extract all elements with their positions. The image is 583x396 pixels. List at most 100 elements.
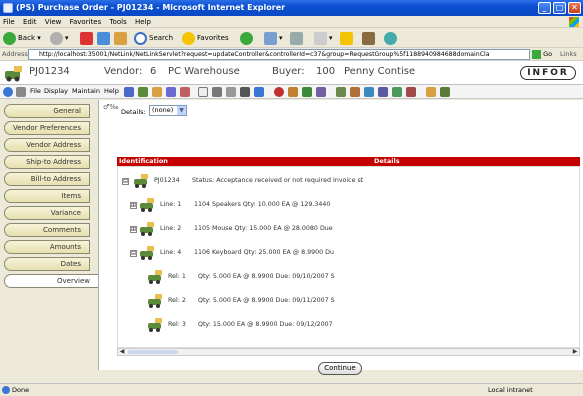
horizontal-scrollbar[interactable]: ◀ ▶: [117, 348, 580, 356]
details-select[interactable]: (none) ▼: [149, 105, 187, 116]
menu-view[interactable]: View: [42, 16, 65, 28]
settings-icon[interactable]: [440, 87, 450, 97]
tree-row-line[interactable]: ⊞ Line: 2 1105 Mouse Qty: 15.000 EA @ 28…: [118, 219, 579, 239]
tab-overview[interactable]: Overview: [4, 274, 98, 288]
print-record-icon[interactable]: [254, 87, 264, 97]
menu-help[interactable]: Help: [132, 16, 154, 28]
menu-tools[interactable]: Tools: [106, 16, 129, 28]
chevron-down-icon: ▼: [177, 106, 186, 115]
notes-icon[interactable]: [226, 87, 236, 97]
page-icon: [2, 386, 10, 394]
menu-favorites[interactable]: Favorites: [67, 16, 105, 28]
lookup-icon[interactable]: [364, 87, 374, 97]
continue-button[interactable]: Continue: [318, 362, 362, 375]
alert-icon[interactable]: [406, 87, 416, 97]
star-icon: [182, 31, 195, 45]
research-button[interactable]: [362, 31, 377, 45]
link-icon[interactable]: [336, 87, 346, 97]
scroll-thumb[interactable]: [128, 350, 178, 354]
history-button[interactable]: [240, 31, 255, 45]
expand-toggle[interactable]: ⊞: [130, 202, 137, 209]
left-nav: General Vendor Preferences Vendor Addres…: [0, 100, 98, 370]
approve-icon[interactable]: [302, 87, 312, 97]
refresh-icon: [97, 31, 110, 45]
app-menu-maintain[interactable]: Maintain: [72, 87, 100, 95]
filter-icon[interactable]: [16, 87, 26, 97]
attach-icon[interactable]: [166, 87, 176, 97]
refresh-button[interactable]: [97, 31, 112, 45]
tab-bill-to-address[interactable]: Bill-to Address: [4, 172, 90, 186]
tab-vendor-preferences[interactable]: Vendor Preferences: [4, 121, 90, 135]
app-menu-display[interactable]: Display: [44, 87, 68, 95]
tab-dates[interactable]: Dates: [4, 257, 90, 271]
report-icon[interactable]: [378, 87, 388, 97]
window-title: (PS) Purchase Order - PJ01234 - Microsof…: [16, 3, 286, 12]
app-menu-file[interactable]: File: [30, 87, 41, 95]
favorites-button[interactable]: Favorites: [182, 31, 229, 45]
search-button[interactable]: Search: [134, 31, 173, 45]
links-button[interactable]: Links: [560, 50, 577, 58]
tab-vendor-address[interactable]: Vendor Address: [4, 138, 90, 152]
tree-row-po[interactable]: ⊟ PJ01234 Status: Acceptance received or…: [118, 171, 579, 191]
app-menu-help[interactable]: Help: [104, 87, 119, 95]
row-id: Line: 1: [160, 201, 182, 208]
tree-row-release[interactable]: Rel: 3 Qty: 15.000 EA @ 8.9900 Due: 09/1…: [118, 315, 579, 335]
address-input[interactable]: http://localhost:35001/NetLink/NetLinkSe…: [28, 49, 530, 60]
print-icon: [290, 31, 303, 45]
tab-comments[interactable]: Comments: [4, 223, 90, 237]
forward-button[interactable]: ▾: [50, 31, 69, 45]
row-id: Line: 4: [160, 249, 182, 256]
tab-variance[interactable]: Variance: [4, 206, 90, 220]
delete-icon[interactable]: [274, 87, 284, 97]
edit-record-icon[interactable]: [212, 87, 222, 97]
security-zone: Local intranet: [488, 386, 533, 394]
collapse-toggle[interactable]: ⊟: [122, 178, 129, 185]
row-id: Rel: 2: [168, 297, 186, 304]
tab-amounts[interactable]: Amounts: [4, 240, 90, 254]
tree-row-line[interactable]: ⊟ Line: 4 1106 Keyboard Qty: 25.000 EA @…: [118, 243, 579, 263]
refresh-record-icon[interactable]: [3, 87, 13, 97]
scroll-left-icon[interactable]: ◀: [118, 349, 126, 355]
first-record-icon[interactable]: [124, 87, 134, 97]
tree-row-release[interactable]: Rel: 2 Qty: 5.000 EA @ 8.9900 Due: 09/11…: [118, 291, 579, 311]
menu-file[interactable]: File: [0, 16, 18, 28]
tab-general[interactable]: General: [4, 104, 90, 118]
expand-toggle[interactable]: ⊞: [130, 226, 137, 233]
row-detail: Qty: 5.000 EA @ 8.9900 Due: 09/11/2007 S: [198, 297, 335, 304]
buyer-id: 100: [316, 66, 336, 77]
row-id: Rel: 1: [168, 273, 186, 280]
messenger-button[interactable]: [384, 31, 399, 45]
close-button[interactable]: ✕: [568, 2, 581, 14]
tree-row-line[interactable]: ⊞ Line: 1 1104 Speakers Qty: 10.000 EA @…: [118, 195, 579, 215]
mail-button[interactable]: ▾: [264, 31, 283, 45]
go-button[interactable]: Go: [532, 49, 552, 60]
menu-edit[interactable]: Edit: [20, 16, 40, 28]
overview-tree-grid: ⊟ PJ01234 Status: Acceptance received or…: [117, 166, 580, 348]
mail-record-icon[interactable]: [180, 87, 190, 97]
tree-row-release[interactable]: Rel: 1 Qty: 5.000 EA @ 8.9900 Due: 09/10…: [118, 267, 579, 287]
scroll-right-icon[interactable]: ▶: [571, 349, 579, 355]
tab-items[interactable]: Items: [4, 189, 90, 203]
open-icon[interactable]: [152, 87, 162, 97]
calc-icon[interactable]: [240, 87, 250, 97]
back-button[interactable]: Back ▾: [3, 31, 41, 45]
edit-button[interactable]: ▾: [314, 31, 333, 45]
copy-icon[interactable]: [138, 87, 148, 97]
schedule-icon[interactable]: [392, 87, 402, 97]
process-icon[interactable]: [288, 87, 298, 97]
home-button[interactable]: [114, 31, 129, 45]
print-button[interactable]: [290, 31, 305, 45]
workflow-icon[interactable]: [316, 87, 326, 97]
maximize-button[interactable]: □: [553, 2, 566, 14]
minimize-button[interactable]: _: [538, 2, 551, 14]
collapse-toggle[interactable]: ⊟: [130, 250, 137, 257]
options-icon[interactable]: ♂‰: [103, 103, 119, 111]
tools-icon[interactable]: [350, 87, 360, 97]
stop-button[interactable]: [80, 31, 95, 45]
history-icon: [240, 31, 253, 45]
new-record-icon[interactable]: [198, 87, 208, 97]
folder-button[interactable]: [340, 31, 355, 45]
row-detail: Status: Acceptance received or not requi…: [192, 177, 364, 184]
tab-ship-to-address[interactable]: Ship-to Address: [4, 155, 90, 169]
user-icon[interactable]: [426, 87, 436, 97]
